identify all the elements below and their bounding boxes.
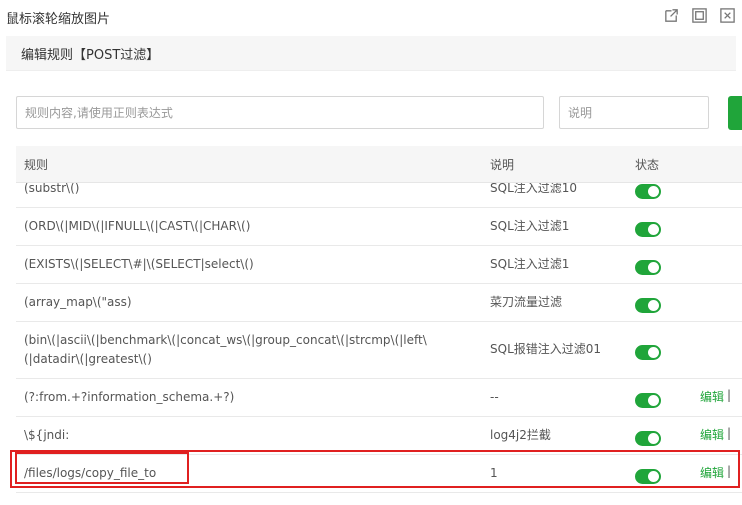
separator: |	[727, 388, 732, 402]
table-row: (ORD\(|MID\(|IFNULL\(|CAST\(|CHAR\() SQL…	[16, 208, 742, 246]
status-toggle[interactable]	[635, 345, 661, 360]
close-icon[interactable]	[718, 6, 736, 24]
edit-link[interactable]: 编辑	[700, 464, 724, 481]
status-toggle[interactable]	[635, 184, 661, 199]
header-rule: 规则	[24, 158, 49, 172]
status-toggle[interactable]	[635, 469, 661, 484]
section-header: 编辑规则【POST过滤】	[6, 36, 736, 71]
desc-cell: SQL注入过滤1	[490, 257, 570, 271]
table-row: (?:from.+?information_schema.+?) -- 编辑 |	[16, 379, 742, 417]
table-row: \${jndi: log4j2拦截 编辑 |	[16, 417, 742, 455]
desc-cell: SQL注入过滤10	[490, 183, 578, 195]
table-header: 规则 说明 状态	[16, 146, 742, 183]
edit-link[interactable]: 编辑	[700, 426, 724, 443]
desc-cell: SQL报错注入过滤01	[490, 342, 602, 356]
external-link-icon[interactable]	[662, 6, 680, 24]
rule-cell: /files/logs/copy_file_to	[24, 466, 157, 480]
desc-cell: 1	[490, 466, 498, 480]
maximize-icon[interactable]	[690, 6, 708, 24]
rule-cell: (?:from.+?information_schema.+?)	[24, 390, 235, 404]
add-rule-button[interactable]	[728, 96, 742, 130]
rule-cell: (ORD\(|MID\(|IFNULL\(|CAST\(|CHAR\()	[24, 219, 251, 233]
rule-cell: (substr\()	[24, 183, 80, 195]
description-input[interactable]	[559, 96, 709, 129]
desc-cell: SQL注入过滤1	[490, 219, 570, 233]
rule-cell: (array_map\("ass)	[24, 295, 132, 309]
status-toggle[interactable]	[635, 298, 661, 313]
header-desc: 说明	[490, 158, 515, 172]
table-row: /files/logs/copy_file_to 1 编辑 |	[16, 455, 742, 493]
section-title: 编辑规则【POST过滤】	[21, 48, 160, 63]
window-title: 鼠标滚轮缩放图片	[6, 12, 111, 27]
desc-cell: log4j2拦截	[490, 428, 551, 442]
table-row: (bin\(|ascii\(|benchmark\(|concat_ws\(|g…	[16, 322, 742, 379]
table-row: (EXISTS\(|SELECT\#|\(SELECT|select\() SQ…	[16, 246, 742, 284]
rule-cell: (EXISTS\(|SELECT\#|\(SELECT|select\()	[24, 257, 254, 271]
desc-cell: 菜刀流量过滤	[490, 295, 563, 309]
status-toggle[interactable]	[635, 431, 661, 446]
rule-cell: (bin\(|ascii\(|benchmark\(|concat_ws\(|g…	[24, 333, 427, 366]
desc-cell: --	[490, 390, 499, 404]
table-row: (substr\() SQL注入过滤10	[16, 183, 742, 208]
status-toggle[interactable]	[635, 393, 661, 408]
separator: |	[727, 464, 732, 478]
status-toggle[interactable]	[635, 260, 661, 275]
table-row: (array_map\("ass) 菜刀流量过滤	[16, 284, 742, 322]
rules-table: 规则 说明 状态 (substr\() SQL注入过滤10 (ORD\(|MID…	[16, 146, 742, 505]
rule-cell: \${jndi:	[24, 428, 70, 442]
title-bar: 鼠标滚轮缩放图片	[0, 0, 742, 32]
separator: |	[727, 426, 732, 440]
header-status: 状态	[635, 158, 660, 172]
status-toggle[interactable]	[635, 222, 661, 237]
edit-link[interactable]: 编辑	[700, 388, 724, 405]
table-body[interactable]: (substr\() SQL注入过滤10 (ORD\(|MID\(|IFNULL…	[16, 183, 742, 505]
rule-input[interactable]	[16, 96, 544, 129]
